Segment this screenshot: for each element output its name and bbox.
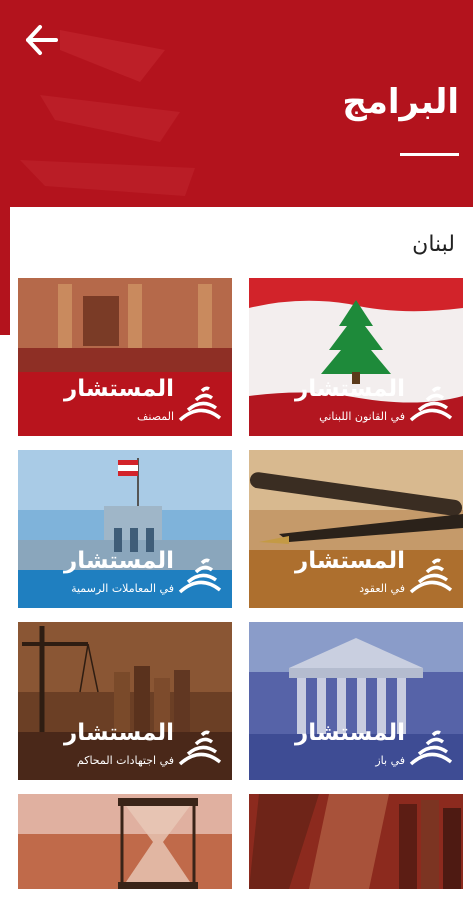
mustashar-logo-icon: [409, 558, 453, 594]
program-tile[interactable]: المستشار المصنف: [18, 278, 232, 436]
program-tile[interactable]: المستشار في العقود: [249, 450, 463, 608]
mustashar-logo-icon: [178, 386, 222, 422]
back-button[interactable]: [22, 20, 72, 62]
hourglass-image: [18, 794, 232, 889]
section-label-country: لبنان: [412, 232, 455, 257]
title-underline: [400, 153, 459, 156]
page-title: البرامج: [342, 82, 459, 122]
program-tile[interactable]: المستشار في المعاملات الرسمية: [18, 450, 232, 608]
program-subtitle: في القانون اللبناني: [319, 410, 405, 423]
books-scales-image: [249, 794, 463, 889]
program-name: المستشار: [294, 720, 405, 746]
mustashar-logo-icon: [178, 730, 222, 766]
program-name: المستشار: [294, 548, 405, 574]
mustashar-logo-icon: [409, 386, 453, 422]
program-tile[interactable]: المستشار في اجتهادات المحاكم: [18, 622, 232, 780]
mustashar-logo-icon: [409, 730, 453, 766]
program-subtitle: في المعاملات الرسمية: [71, 582, 174, 595]
program-tile[interactable]: المستشار في القانون اللبناني: [249, 278, 463, 436]
program-name: المستشار: [63, 720, 174, 746]
mustashar-logo-icon: [178, 558, 222, 594]
program-name: المستشار: [63, 376, 174, 402]
program-tile[interactable]: [18, 794, 232, 889]
program-tile[interactable]: [249, 794, 463, 889]
arrow-left-icon: [26, 25, 58, 55]
program-subtitle: المصنف: [136, 410, 174, 423]
program-tile[interactable]: المستشار في باز: [249, 622, 463, 780]
program-name: المستشار: [294, 376, 405, 402]
program-subtitle: في اجتهادات المحاكم: [76, 754, 174, 767]
program-subtitle: في باز: [375, 754, 405, 767]
program-subtitle: في العقود: [359, 582, 405, 595]
program-name: المستشار: [63, 548, 174, 574]
